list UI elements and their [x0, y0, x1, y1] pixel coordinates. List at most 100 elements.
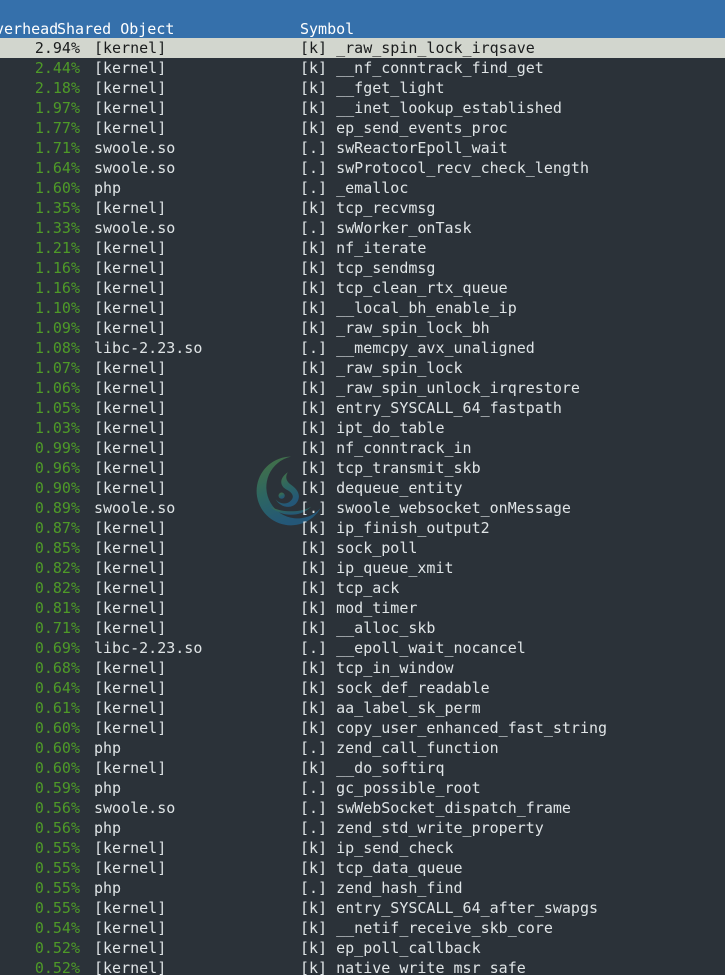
row-overhead-percent: 0.60%	[0, 738, 80, 758]
row-overhead-percent: 2.44%	[0, 58, 80, 78]
table-row[interactable]: 1.35%[kernel][k] tcp_recvmsg	[0, 198, 725, 218]
table-row[interactable]: 0.82%[kernel][k] ip_queue_xmit	[0, 558, 725, 578]
row-overhead-percent: 0.90%	[0, 478, 80, 498]
table-row[interactable]: 0.90%[kernel][k] dequeue_entity	[0, 478, 725, 498]
row-symbol: [k] tcp_transmit_skb	[300, 458, 481, 478]
table-row[interactable]: 1.16%[kernel][k] tcp_sendmsg	[0, 258, 725, 278]
row-symbol: [k] tcp_ack	[300, 578, 399, 598]
table-row[interactable]: 1.06%[kernel][k] _raw_spin_unlock_irqres…	[0, 378, 725, 398]
row-shared-object: swoole.so	[94, 218, 175, 238]
table-row[interactable]: 1.71%swoole.so[.] swReactorEpoll_wait	[0, 138, 725, 158]
row-shared-object: [kernel]	[94, 618, 166, 638]
row-shared-object: php	[94, 738, 121, 758]
table-row[interactable]: 1.07%[kernel][k] _raw_spin_lock	[0, 358, 725, 378]
table-row[interactable]: 1.08%libc-2.23.so[.] __memcpy_avx_unalig…	[0, 338, 725, 358]
table-row[interactable]: 0.59% php [.] gc_possible_root	[0, 778, 725, 798]
row-symbol: [.] swProtocol_recv_check_length	[300, 158, 589, 178]
row-shared-object: [kernel]	[94, 238, 166, 258]
table-row[interactable]: 0.96%[kernel][k] tcp_transmit_skb	[0, 458, 725, 478]
row-symbol: [k] nf_iterate	[300, 238, 426, 258]
table-row[interactable]: 0.82%[kernel][k] tcp_ack	[0, 578, 725, 598]
row-symbol: [.] __epoll_wait_nocancel	[300, 638, 526, 658]
row-overhead-percent: 0.59%	[0, 778, 80, 798]
row-overhead-percent: 1.05%	[0, 398, 80, 418]
row-shared-object: [kernel]	[94, 298, 166, 318]
row-overhead-percent: 0.55%	[0, 858, 80, 878]
table-row[interactable]: 1.60%php[.] _emalloc	[0, 178, 725, 198]
row-symbol: [.] swoole_websocket_onMessage	[300, 498, 571, 518]
table-row[interactable]: 0.55%[kernel][k] tcp_data_queue	[0, 858, 725, 878]
row-symbol: [.] gc_possible_root	[300, 778, 481, 798]
table-row[interactable]: 0.55%[kernel][k] entry_SYSCALL_64_after_…	[0, 898, 725, 918]
row-shared-object: [kernel]	[94, 198, 166, 218]
row-symbol: [k] tcp_recvmsg	[300, 198, 435, 218]
table-row[interactable]: 1.10%[kernel][k] __local_bh_enable_ip	[0, 298, 725, 318]
row-overhead-percent: 1.77%	[0, 118, 80, 138]
table-row[interactable]: 0.56%swoole.so[.] swWebSocket_dispatch_f…	[0, 798, 725, 818]
table-row[interactable]: 0.71%[kernel][k] __alloc_skb	[0, 618, 725, 638]
column-header-overhead: verhead	[0, 20, 58, 38]
table-row[interactable]: 0.60%[kernel][k] __do_softirq	[0, 758, 725, 778]
table-row[interactable]: 0.89%swoole.so[.] swoole_websocket_onMes…	[0, 498, 725, 518]
row-overhead-percent: 0.82%	[0, 558, 80, 578]
table-row[interactable]: 0.85%[kernel][k] sock_poll	[0, 538, 725, 558]
row-shared-object: [kernel]	[94, 898, 166, 918]
row-shared-object: php	[94, 778, 121, 798]
table-row[interactable]: 1.77%[kernel][k] ep_send_events_proc	[0, 118, 725, 138]
table-row[interactable]: 0.60% php [.] zend_call_function	[0, 738, 725, 758]
row-symbol: [k] sock_def_readable	[300, 678, 490, 698]
table-row[interactable]: 0.52%[kernel][k] ep_poll_callback	[0, 938, 725, 958]
row-shared-object: [kernel]	[94, 718, 166, 738]
row-shared-object: [kernel]	[94, 38, 166, 58]
table-row[interactable]: 0.99%[kernel][k] nf_conntrack_in	[0, 438, 725, 458]
row-symbol: [.] swWebSocket_dispatch_frame	[300, 798, 571, 818]
table-row[interactable]: 1.64%swoole.so[.] swProtocol_recv_check_…	[0, 158, 725, 178]
table-row[interactable]: 0.56%php[.] zend_std_write_property	[0, 818, 725, 838]
table-row[interactable]: 0.55%php[.] zend_hash_find	[0, 878, 725, 898]
row-shared-object: [kernel]	[94, 758, 166, 778]
table-row[interactable]: 0.69%libc-2.23.so[.] __epoll_wait_nocanc…	[0, 638, 725, 658]
table-row[interactable]: 0.81%[kernel][k] mod_timer	[0, 598, 725, 618]
row-overhead-percent: 1.03%	[0, 418, 80, 438]
column-header-shared-object: Shared Object	[57, 20, 174, 38]
row-shared-object: [kernel]	[94, 378, 166, 398]
table-row[interactable]: 0.60%[kernel][k] copy_user_enhanced_fast…	[0, 718, 725, 738]
table-row[interactable]: 1.09%[kernel][k] _raw_spin_lock_bh	[0, 318, 725, 338]
row-shared-object: [kernel]	[94, 438, 166, 458]
table-row[interactable]: 1.97%[kernel][k] __inet_lookup_establish…	[0, 98, 725, 118]
row-overhead-percent: 0.99%	[0, 438, 80, 458]
table-row[interactable]: 0.52%[kernel][k] native_write_msr_safe	[0, 958, 725, 975]
row-overhead-percent: 1.64%	[0, 158, 80, 178]
row-overhead-percent: 0.54%	[0, 918, 80, 938]
perf-rows-list[interactable]: 2.94%[kernel][k] _raw_spin_lock_irqsave2…	[0, 38, 725, 975]
table-row[interactable]: 2.44%[kernel][k] __nf_conntrack_find_get	[0, 58, 725, 78]
row-shared-object: [kernel]	[94, 698, 166, 718]
row-symbol: [.] zend_std_write_property	[300, 818, 544, 838]
table-row[interactable]: 1.16%[kernel][k] tcp_clean_rtx_queue	[0, 278, 725, 298]
table-row[interactable]: 1.03%[kernel][k] ipt_do_table	[0, 418, 725, 438]
row-overhead-percent: 1.33%	[0, 218, 80, 238]
row-overhead-percent: 0.52%	[0, 938, 80, 958]
table-row[interactable]: 1.33% swoole.so [.] swWorker_onTask	[0, 218, 725, 238]
row-symbol: [.] swReactorEpoll_wait	[300, 138, 508, 158]
row-overhead-percent: 0.82%	[0, 578, 80, 598]
row-overhead-percent: 1.16%	[0, 278, 80, 298]
row-overhead-percent: 0.61%	[0, 698, 80, 718]
row-symbol: [k] __netif_receive_skb_core	[300, 918, 553, 938]
table-row[interactable]: 0.54%[kernel][k] __netif_receive_skb_cor…	[0, 918, 725, 938]
row-overhead-percent: 0.96%	[0, 458, 80, 478]
table-row[interactable]: 0.68%[kernel][k] tcp_in_window	[0, 658, 725, 678]
table-row[interactable]: 2.18%[kernel][k] __fget_light	[0, 78, 725, 98]
table-row[interactable]: 1.21%[kernel][k] nf_iterate	[0, 238, 725, 258]
row-shared-object: [kernel]	[94, 318, 166, 338]
table-row[interactable]: 0.87%[kernel][k] ip_finish_output2	[0, 518, 725, 538]
table-row[interactable]: 0.55%[kernel][k] ip_send_check	[0, 838, 725, 858]
table-row[interactable]: 0.61%[kernel][k] aa_label_sk_perm	[0, 698, 725, 718]
row-symbol: [.] swWorker_onTask	[300, 218, 472, 238]
row-symbol: [.] zend_call_function	[300, 738, 499, 758]
table-row[interactable]: 0.64%[kernel][k] sock_def_readable	[0, 678, 725, 698]
row-overhead-percent: 0.69%	[0, 638, 80, 658]
table-row[interactable]: 2.94%[kernel][k] _raw_spin_lock_irqsave	[0, 38, 725, 58]
row-shared-object: [kernel]	[94, 598, 166, 618]
table-row[interactable]: 1.05%[kernel][k] entry_SYSCALL_64_fastpa…	[0, 398, 725, 418]
